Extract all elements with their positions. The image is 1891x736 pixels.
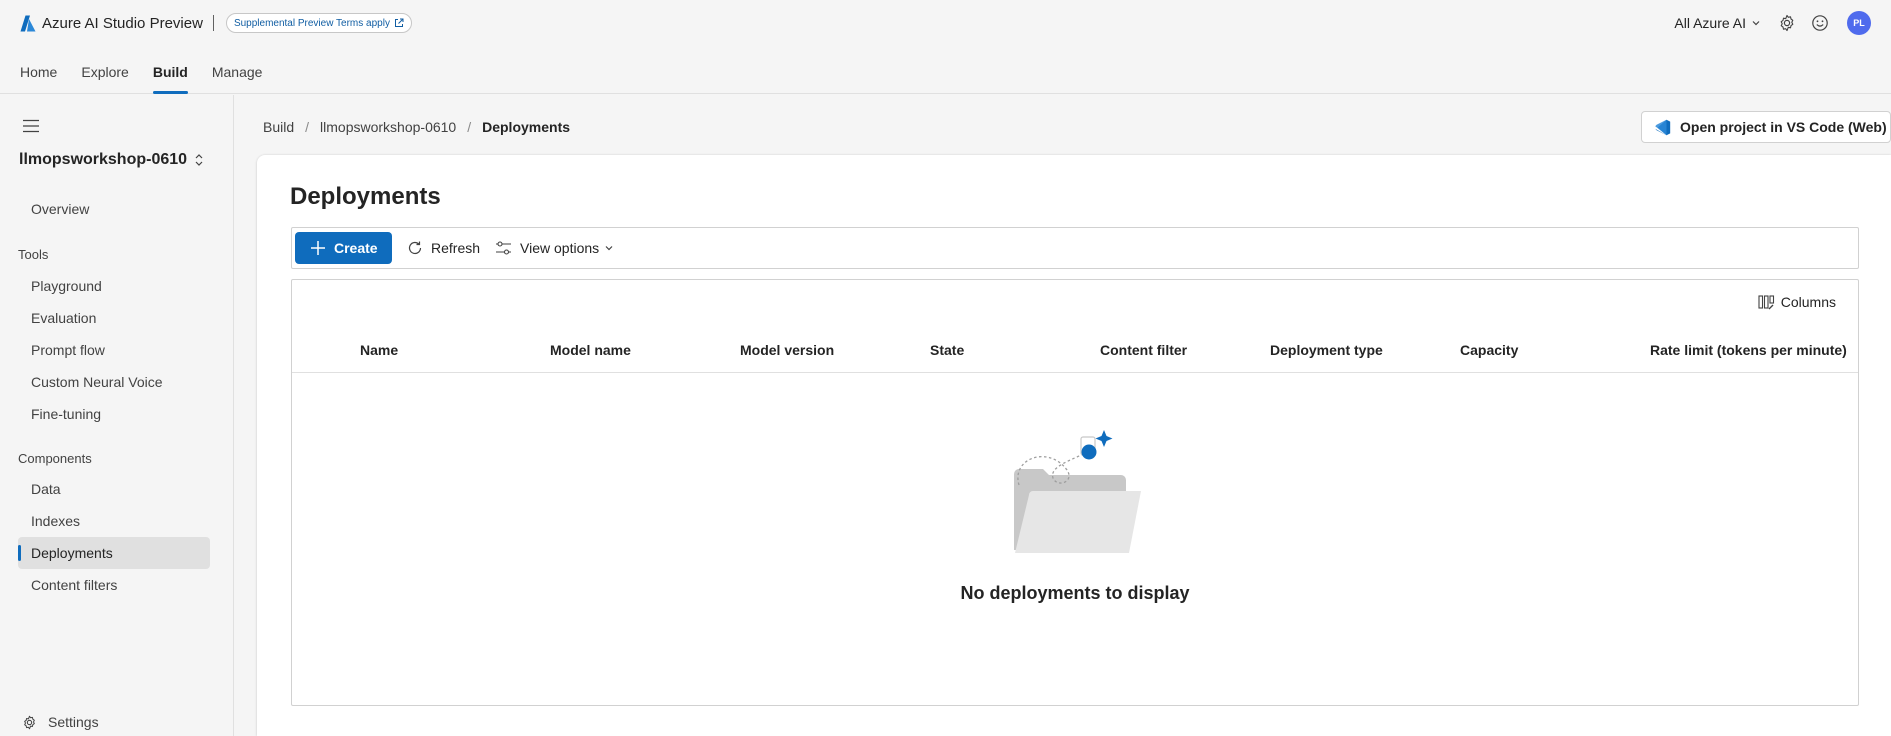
tab-home[interactable]: Home <box>20 58 57 94</box>
plus-icon <box>311 241 325 255</box>
deployments-table: Columns Name Model name Model version St… <box>291 279 1859 706</box>
scope-selector[interactable]: All Azure AI <box>1674 15 1761 31</box>
empty-folder-illustration-icon <box>1014 430 1141 553</box>
top-header: Azure AI Studio Preview Supplemental Pre… <box>0 0 1891 94</box>
column-header-model-version[interactable]: Model version <box>740 342 834 358</box>
columns-icon <box>1758 295 1774 310</box>
sliders-icon <box>496 241 512 255</box>
brand-divider <box>212 15 214 31</box>
chevron-up-down-icon <box>195 154 203 166</box>
breadcrumb-project[interactable]: llmopsworkshop-0610 <box>320 119 456 135</box>
chevron-down-icon <box>1752 21 1760 26</box>
project-selector[interactable]: llmopsworkshop-0610 <box>19 151 204 169</box>
chevron-down-icon <box>605 246 613 251</box>
breadcrumb-separator: / <box>305 119 310 135</box>
tab-explore[interactable]: Explore <box>81 58 128 94</box>
azure-ai-logo-icon <box>20 15 36 31</box>
avatar[interactable]: PL <box>1847 11 1871 35</box>
hamburger-menu-icon[interactable] <box>22 119 40 133</box>
gear-icon <box>24 715 35 729</box>
settings-gear-button[interactable] <box>1777 13 1797 33</box>
left-sidebar: llmopsworkshop-0610 Overview Tools Playg… <box>0 95 234 736</box>
column-header-name[interactable]: Name <box>360 342 398 358</box>
sidebar-section-components: Components <box>18 451 92 466</box>
main-content-card: Deployments Create Refresh View options … <box>257 155 1891 736</box>
sidebar-settings-link[interactable]: Settings <box>22 708 99 736</box>
sidebar-item-indexes[interactable]: Indexes <box>18 505 210 537</box>
refresh-icon <box>408 241 422 255</box>
breadcrumb-build[interactable]: Build <box>263 119 294 135</box>
supplemental-terms-link[interactable]: Supplemental Preview Terms apply <box>225 13 412 33</box>
sidebar-item-playground[interactable]: Playground <box>18 270 210 302</box>
command-bar: Create Refresh View options <box>291 227 1859 269</box>
open-vscode-button[interactable]: Open project in VS Code (Web) <box>1641 111 1891 143</box>
page-title: Deployments <box>290 183 441 210</box>
sidebar-item-overview[interactable]: Overview <box>18 193 210 225</box>
tab-manage[interactable]: Manage <box>212 58 263 94</box>
sidebar-section-tools: Tools <box>18 247 49 262</box>
smiley-icon <box>1812 15 1828 31</box>
vscode-icon <box>1655 119 1671 135</box>
sidebar-item-evaluation[interactable]: Evaluation <box>18 302 210 334</box>
view-options-button[interactable]: View options <box>495 232 614 264</box>
sidebar-item-content-filters[interactable]: Content filters <box>18 569 210 601</box>
columns-button[interactable]: Columns <box>1758 294 1836 310</box>
tab-build[interactable]: Build <box>152 58 188 94</box>
main-nav-tabs: Home Explore Build Manage <box>20 58 286 94</box>
column-header-rate-limit[interactable]: Rate limit (tokens per minute) <box>1650 342 1847 358</box>
empty-state-message: No deployments to display <box>960 583 1190 603</box>
sidebar-item-custom-neural-voice[interactable]: Custom Neural Voice <box>18 366 210 398</box>
column-header-content-filter[interactable]: Content filter <box>1100 342 1187 358</box>
app-title: Azure AI Studio Preview <box>42 14 203 32</box>
breadcrumb-separator: / <box>467 119 472 135</box>
external-link-icon <box>394 18 404 27</box>
sidebar-item-deployments[interactable]: Deployments <box>18 537 210 569</box>
breadcrumb-current: Deployments <box>482 119 571 135</box>
column-header-model-name[interactable]: Model name <box>550 342 631 358</box>
brand[interactable]: Azure AI Studio Preview Supplemental Pre… <box>20 13 412 33</box>
table-header-row: Name Model name Model version State Cont… <box>292 330 1858 373</box>
sidebar-item-fine-tuning[interactable]: Fine-tuning <box>18 398 210 430</box>
refresh-button[interactable]: Refresh <box>407 232 480 264</box>
column-header-deployment-type[interactable]: Deployment type <box>1270 342 1383 358</box>
feedback-button[interactable] <box>1810 13 1830 33</box>
create-button[interactable]: Create <box>295 232 392 264</box>
gear-icon <box>1780 14 1794 32</box>
column-header-state[interactable]: State <box>930 342 964 358</box>
column-header-capacity[interactable]: Capacity <box>1460 342 1518 358</box>
sidebar-item-prompt-flow[interactable]: Prompt flow <box>18 334 210 366</box>
top-right-controls: All Azure AI PL <box>1674 10 1891 36</box>
breadcrumb: Build / llmopsworkshop-0610 / Deployment… <box>263 117 570 137</box>
sidebar-item-data[interactable]: Data <box>18 473 210 505</box>
